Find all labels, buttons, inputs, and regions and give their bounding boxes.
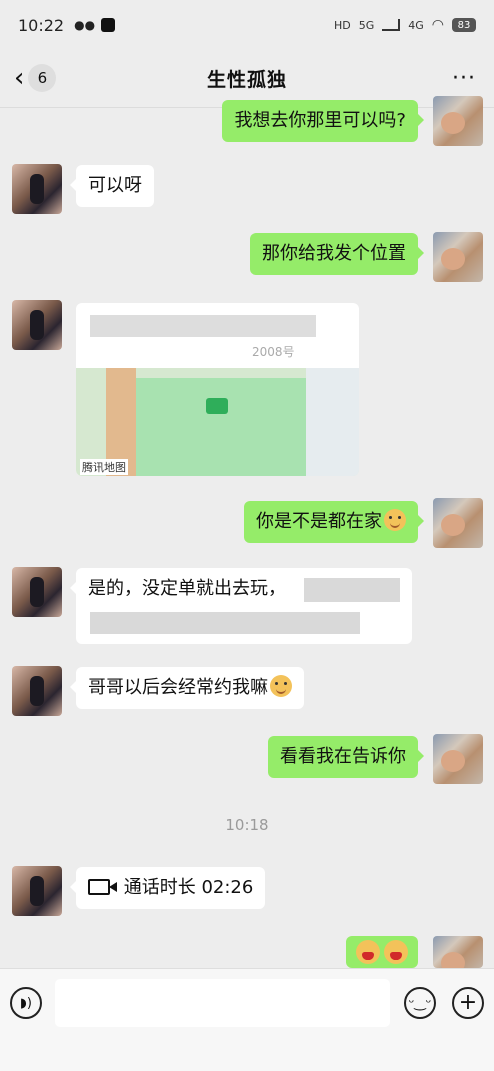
message-input[interactable] (55, 979, 390, 1027)
more-options-icon[interactable]: ··· (452, 66, 476, 91)
doge-emoji-icon (384, 509, 406, 531)
battery-indicator: 83 (452, 18, 476, 32)
call-duration-text: 通话时长 02:26 (123, 877, 254, 898)
my-avatar[interactable] (433, 734, 483, 784)
contact-avatar[interactable] (12, 300, 62, 350)
call-record-bubble[interactable]: 通话时长 02:26 (69, 867, 266, 909)
tiktok-icon (101, 18, 116, 32)
message-text: 可以呀 (88, 175, 142, 196)
message-text: 你是不是都在家 (256, 511, 382, 532)
chat-title: 生性孤独 (206, 69, 287, 91)
message-bubble-out[interactable] (346, 936, 418, 968)
status-app-icons: ●● (74, 18, 116, 32)
chat-timestamp: 10:18 (225, 816, 269, 834)
chevron-left-icon: ‹ (14, 63, 25, 93)
video-call-icon (88, 879, 117, 895)
smile-icon[interactable]: ᵕ‿ᵕ (404, 987, 436, 1019)
plus-icon[interactable]: + (452, 987, 484, 1019)
message-bubble-out[interactable]: 我想去你那里可以吗? (222, 100, 424, 142)
contact-avatar[interactable] (12, 164, 62, 214)
back-button[interactable]: ‹ 6 (14, 63, 57, 93)
signal-icon (382, 19, 401, 31)
message-bubble-out[interactable]: 看看我在告诉你 (268, 736, 424, 778)
map-provider-logo: 腾讯地图 (80, 459, 128, 475)
status-time: 10:22 (18, 15, 65, 35)
location-address-fragment: 2008号 (252, 345, 295, 359)
message-bubble-in[interactable]: 可以呀 (70, 165, 154, 207)
message-bubble-out[interactable]: 你是不是都在家 (244, 501, 424, 543)
message-text: 那你给我发个位置 (262, 243, 406, 264)
contact-avatar[interactable] (12, 567, 62, 617)
shocked-emoji-icon (356, 940, 380, 964)
message-bubble-in[interactable]: 哥哥以后会经常约我嘛 (70, 667, 304, 709)
message-text: 是的，没定单就出去玩， (88, 578, 286, 599)
signal-5g-label: 5G (358, 18, 375, 32)
voice-icon[interactable]: ◗) (10, 987, 42, 1019)
message-text: 哥哥以后会经常约我嘛 (88, 677, 268, 698)
pixelated-address (90, 315, 316, 337)
wechat-icon: ●● (74, 18, 96, 32)
my-avatar[interactable] (433, 96, 483, 146)
hd-label: HD (333, 18, 351, 32)
contact-avatar[interactable] (12, 666, 62, 716)
my-avatar[interactable] (433, 498, 483, 548)
wifi-icon: ◠ (431, 17, 444, 33)
pixelated-text (90, 612, 360, 634)
unread-count-badge: 6 (28, 64, 57, 92)
shocked-emoji-icon (384, 940, 408, 964)
status-bar: 10:22 ●● HD 5G 4G ◠ 83 (0, 0, 494, 50)
message-text: 我想去你那里可以吗? (234, 110, 406, 131)
my-avatar[interactable] (433, 232, 483, 282)
input-bar: ◗) ᵕ‿ᵕ + (0, 968, 494, 1071)
location-card[interactable]: 2008号 腾讯地图 (76, 303, 359, 476)
pixelated-text (304, 578, 400, 602)
my-avatar[interactable] (433, 936, 483, 968)
contact-avatar[interactable] (12, 866, 62, 916)
message-bubble-in[interactable]: 是的，没定单就出去玩， (70, 568, 412, 644)
doge-emoji-icon (270, 675, 292, 697)
message-text: 看看我在告诉你 (280, 746, 406, 767)
message-bubble-out[interactable]: 那你给我发个位置 (250, 233, 424, 275)
signal-4g-label: 4G (408, 18, 424, 32)
status-right: HD 5G 4G ◠ 83 (334, 17, 476, 33)
